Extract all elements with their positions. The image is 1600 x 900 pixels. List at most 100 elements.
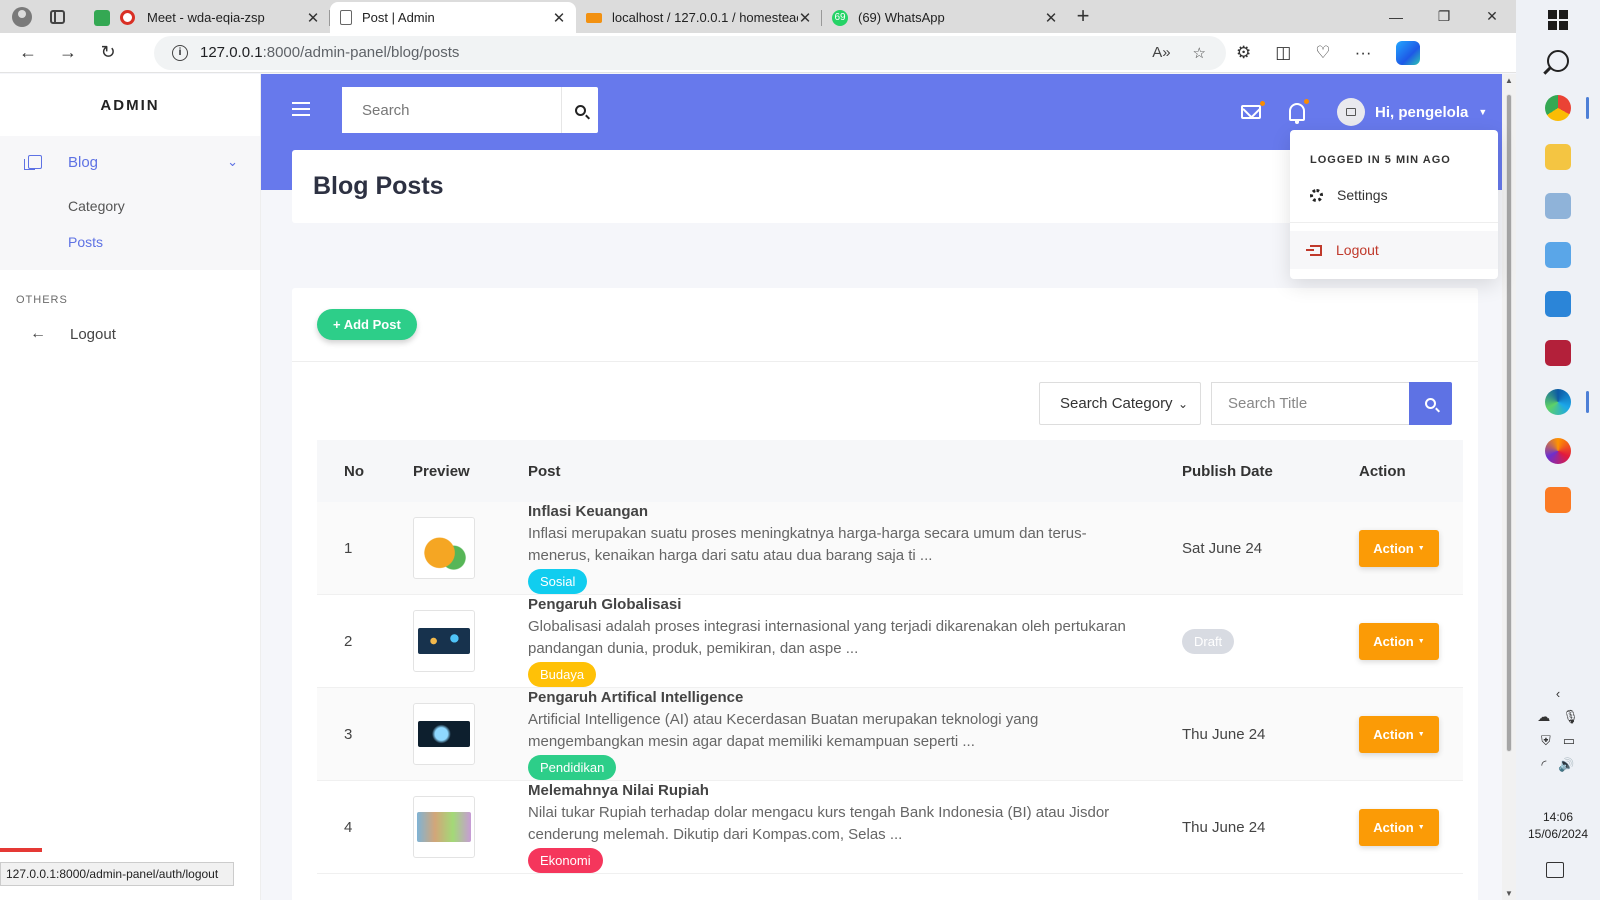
vscode-icon[interactable] [1545,291,1571,317]
tray-row: ◜ 🔊 [1541,757,1574,773]
user-dropdown-menu: LOGGED IN 5 MIN AGO Settings Logout [1290,130,1498,279]
card-header: + Add Post [292,288,1478,362]
site-info-icon[interactable]: i [172,44,188,61]
battery-icon[interactable]: ▭ [1563,733,1575,749]
wifi-icon[interactable]: ◜ [1541,757,1546,773]
xampp-icon[interactable] [1545,487,1571,513]
caret-down-icon: ▼ [1417,637,1425,645]
sign-out-icon [1306,244,1322,256]
edge-icon[interactable] [1545,389,1589,415]
control-panel-icon[interactable] [1545,242,1571,268]
post-thumbnail[interactable] [413,517,475,579]
favorite-star-icon[interactable]: ☆ [1193,44,1206,62]
whatsapp-icon: 69 [832,9,848,26]
post-thumbnail[interactable] [413,796,475,858]
back-icon[interactable]: ← [8,42,48,63]
firefox-icon[interactable] [1545,438,1571,464]
search-button[interactable] [561,87,598,133]
address-bar-row: ← → ↻ i 127.0.0.1:8000/admin-panel/blog/… [0,33,1516,73]
scroll-up-icon[interactable]: ▲ [1505,76,1513,85]
dropdown-item-logout[interactable]: Logout [1290,231,1498,269]
split-screen-icon[interactable]: ◫ [1275,43,1291,63]
gear-icon [1310,188,1323,202]
reload-icon[interactable]: ↻ [88,42,128,63]
action-label: Action [1373,726,1414,742]
chevron-left-icon[interactable]: ‹ [1556,686,1560,701]
search-input[interactable] [342,87,561,133]
notification-center-icon[interactable] [1546,862,1564,878]
mail-icon[interactable] [1241,101,1265,119]
security-shield-icon[interactable]: ⛨ [1541,733,1551,749]
mendeley-icon[interactable] [1545,340,1571,366]
dropdown-item-settings[interactable]: Settings [1290,176,1498,214]
close-window-icon[interactable]: ✕ [1468,0,1516,33]
tray-row: ⛨ ▭ [1541,733,1575,749]
post-title: Melemahnya Nilai Rupiah [528,781,709,799]
column-header-action: Action [1359,462,1406,480]
restore-icon[interactable]: ❐ [1420,0,1468,33]
search-icon [574,104,586,116]
add-post-button[interactable]: + Add Post [317,309,417,340]
taskbar-search-icon[interactable] [1547,50,1569,72]
globe-network-image [418,628,470,654]
windows-start-icon[interactable] [1548,10,1568,30]
close-tab-icon[interactable]: ✕ [1044,9,1058,27]
volume-icon[interactable]: 🔊 [1558,757,1574,773]
category-select[interactable]: Search Category ⌄ [1039,382,1201,425]
copilot-icon[interactable] [1395,40,1420,65]
profile-icon[interactable] [12,6,32,27]
sidebar-item-blog[interactable]: Blog ⌄ [0,136,260,188]
action-button[interactable]: Action ▼ [1359,529,1439,567]
category-badge: Sosial [528,568,588,594]
action-button[interactable]: Action ▼ [1359,808,1439,846]
post-thumbnail[interactable] [413,703,475,765]
close-tab-icon[interactable]: ✕ [306,9,320,27]
url-field[interactable]: i 127.0.0.1:8000/admin-panel/blog/posts … [154,35,1226,70]
file-explorer-icon[interactable] [1545,144,1571,170]
network-drive-icon[interactable] [1545,193,1571,219]
minimize-icon[interactable]: — [1372,0,1420,33]
sidebar-item-posts[interactable]: Posts [0,224,260,260]
browser-tab-post-admin[interactable]: Post | Admin ✕ [330,2,576,33]
more-menu-icon[interactable]: ··· [1355,43,1372,63]
browser-tab-whatsapp[interactable]: 69 (69) WhatsApp ✕ [822,2,1068,33]
bell-icon[interactable] [1289,99,1309,124]
user-menu-toggle[interactable]: Hi, pengelola ▼ [1337,98,1487,126]
extensions-icon[interactable]: ⚙ [1236,43,1251,63]
post-title: Pengaruh Artifical Intelligence [528,688,744,706]
search-title-input[interactable] [1211,382,1409,425]
onedrive-icon[interactable]: ☁ [1537,709,1550,725]
action-button[interactable]: Action ▼ [1359,715,1439,753]
close-tab-icon[interactable]: ✕ [552,9,566,27]
scroll-down-icon[interactable]: ▼ [1505,889,1513,898]
post-thumbnail[interactable] [413,610,475,672]
browser-tab-phpmyadmin[interactable]: localhost / 127.0.0.1 / homesteac ✕ [576,2,822,33]
copy-icon [24,155,42,170]
tab-actions-icon[interactable] [50,9,65,24]
new-tab-button[interactable]: + [1068,2,1098,33]
scrollbar-thumb[interactable] [1506,94,1512,752]
close-tab-icon[interactable]: ✕ [798,9,812,27]
publish-date: Thu June 24 [1182,725,1266,743]
tab-title: Post | Admin [362,10,435,25]
search-title-button[interactable] [1409,382,1452,425]
browser-tab-meet[interactable]: Meet - wda-eqia-zsp ✕ [84,2,330,33]
chrome-icon[interactable] [1545,95,1589,121]
clock-date: 15/06/2024 [1527,827,1589,841]
table-header: No Preview Post Publish Date Action [317,440,1463,502]
sidebar-item-logout[interactable]: ← Logout [0,306,260,362]
post-cell: Pengaruh Globalisasi Globalisasi adalah … [528,596,1182,687]
browser-essentials-icon[interactable]: ♡ [1315,43,1330,63]
preview-cell [413,703,528,765]
sidebar-item-category[interactable]: Category [0,188,260,224]
hamburger-menu-icon[interactable] [292,102,310,116]
page-scrollbar[interactable]: ▲ ▼ [1502,74,1516,900]
action-button[interactable]: Action ▼ [1359,622,1439,660]
read-aloud-icon[interactable]: A» [1152,44,1170,62]
forward-icon[interactable]: → [48,42,88,63]
system-clock[interactable]: 14:06 15/06/2024 [1516,809,1600,843]
tray-row: ☁ 🎙 [1537,709,1579,725]
microphone-icon[interactable]: 🎙 [1562,709,1579,725]
tab-title: Meet - wda-eqia-zsp [147,10,265,25]
publish-date: Thu June 24 [1182,818,1266,836]
